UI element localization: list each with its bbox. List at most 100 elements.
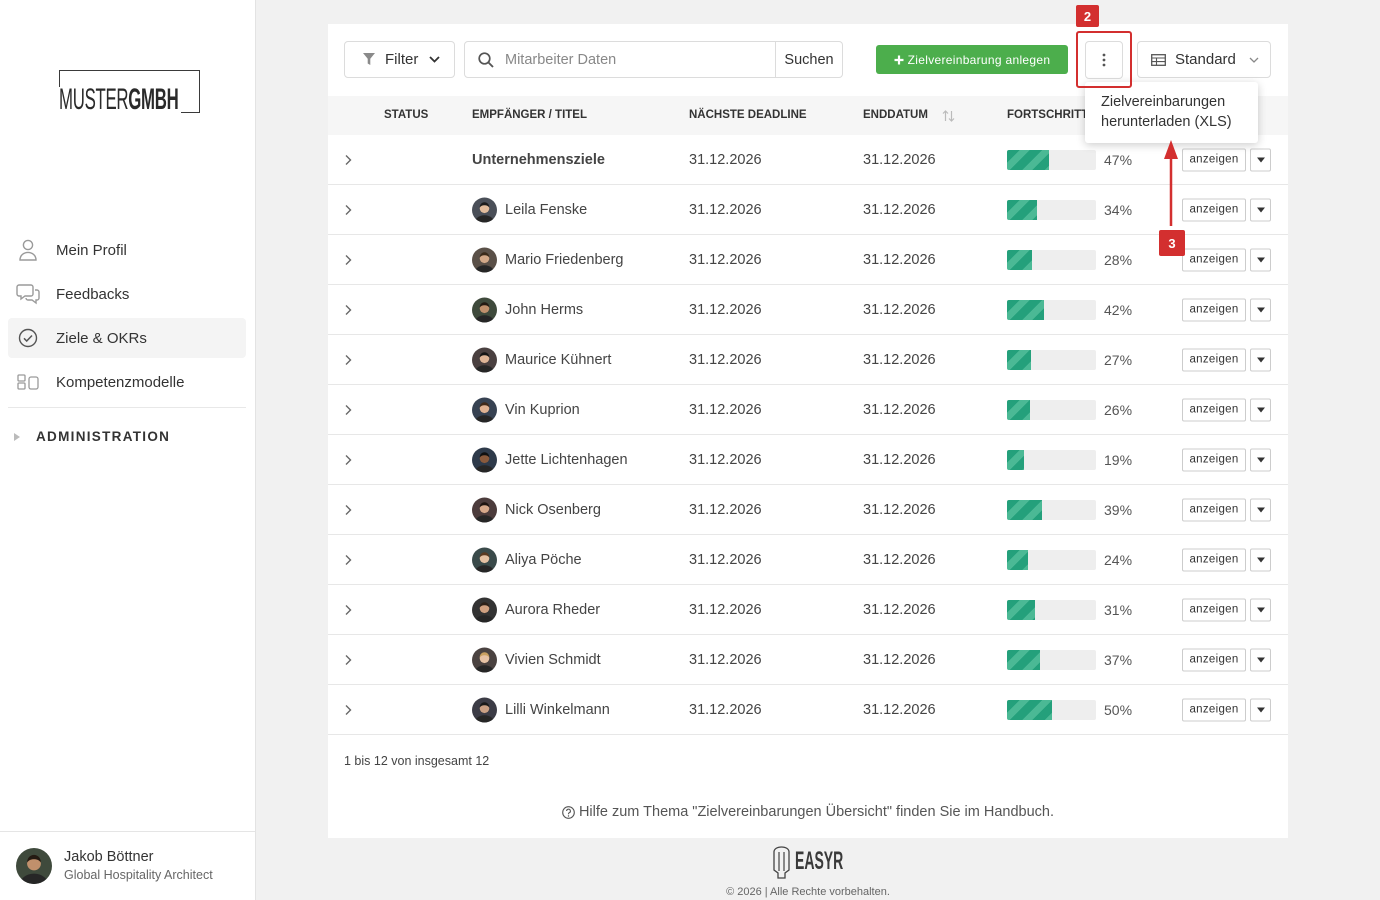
avatar bbox=[472, 597, 497, 622]
row-actions-dropdown-button[interactable] bbox=[1250, 348, 1271, 371]
company-logo[interactable]: MUSTERGMBH bbox=[59, 70, 200, 115]
expand-chevron-icon[interactable] bbox=[345, 404, 352, 415]
caret-down-icon bbox=[1256, 257, 1265, 262]
progress-bar-fill bbox=[1007, 249, 1032, 270]
expand-chevron-icon[interactable] bbox=[345, 304, 352, 315]
chat-icon bbox=[16, 282, 40, 306]
progress-percent: 28% bbox=[1104, 251, 1133, 268]
show-button[interactable]: anzeigen bbox=[1182, 498, 1246, 521]
avatar bbox=[16, 848, 52, 884]
expand-chevron-icon[interactable] bbox=[345, 504, 352, 515]
expand-chevron-icon[interactable] bbox=[345, 454, 352, 465]
expand-chevron-icon[interactable] bbox=[345, 254, 352, 265]
row-actions-dropdown-button[interactable] bbox=[1250, 398, 1271, 421]
recipient-title: John Herms bbox=[505, 301, 584, 318]
avatar bbox=[472, 347, 497, 372]
row-actions-dropdown-button[interactable] bbox=[1250, 248, 1271, 271]
column-header-recipient[interactable]: EMPFÄNGER / TITEL bbox=[472, 109, 587, 122]
search-button[interactable]: Suchen bbox=[776, 41, 843, 78]
expand-chevron-icon[interactable] bbox=[345, 204, 352, 215]
row-actions-dropdown-button[interactable] bbox=[1250, 298, 1271, 321]
caret-right-icon bbox=[14, 433, 20, 441]
show-button[interactable]: anzeigen bbox=[1182, 398, 1246, 421]
table-row: Leila Fenske 31.12.2026 31.12.2026 34% anzei… bbox=[328, 185, 1288, 235]
search-input[interactable] bbox=[505, 51, 775, 68]
end-date: 31.12.2026 bbox=[863, 651, 936, 668]
menu-item-download-xls[interactable]: Zielvereinbarungen herunterladen (XLS) bbox=[1101, 92, 1248, 132]
show-button[interactable]: anzeigen bbox=[1182, 448, 1246, 471]
user-name: Jakob Böttner bbox=[64, 849, 154, 865]
progress-bar-fill bbox=[1007, 599, 1035, 620]
sort-icon[interactable] bbox=[942, 110, 955, 122]
view-select[interactable]: Standard bbox=[1137, 41, 1271, 78]
show-button[interactable]: anzeigen bbox=[1182, 298, 1246, 321]
show-button[interactable]: anzeigen bbox=[1182, 248, 1246, 271]
progress-bar bbox=[1007, 499, 1096, 520]
next-deadline: 31.12.2026 bbox=[689, 601, 762, 618]
create-button-label: Zielvereinbarung anlegen bbox=[907, 52, 1051, 67]
row-actions-dropdown-button[interactable] bbox=[1250, 498, 1271, 521]
progress-bar-fill bbox=[1007, 449, 1024, 470]
table-row: Maurice Kühnert 31.12.2026 31.12.2026 27% an… bbox=[328, 335, 1288, 385]
avatar bbox=[472, 397, 497, 422]
row-actions-dropdown-button[interactable] bbox=[1250, 698, 1271, 721]
expand-chevron-icon[interactable] bbox=[345, 654, 352, 665]
show-button[interactable]: anzeigen bbox=[1182, 648, 1246, 671]
row-actions-dropdown-button[interactable] bbox=[1250, 148, 1271, 171]
help-text[interactable]: Hilfe zum Thema "Zielvereinbarungen Über… bbox=[579, 804, 1054, 820]
view-select-label: Standard bbox=[1175, 51, 1236, 68]
show-button[interactable]: anzeigen bbox=[1182, 548, 1246, 571]
show-button[interactable]: anzeigen bbox=[1182, 598, 1246, 621]
show-button[interactable]: anzeigen bbox=[1182, 698, 1246, 721]
progress-percent: 24% bbox=[1104, 551, 1133, 568]
progress-percent: 31% bbox=[1104, 601, 1133, 618]
filter-button[interactable]: Filter bbox=[344, 41, 455, 78]
pagination-summary: 1 bis 12 von insgesamt 12 bbox=[344, 754, 490, 768]
expand-chevron-icon[interactable] bbox=[345, 154, 352, 165]
column-header-status[interactable]: STATUS bbox=[384, 109, 428, 122]
show-button[interactable]: anzeigen bbox=[1182, 198, 1246, 221]
progress-bar bbox=[1007, 199, 1096, 220]
table-row: Jette Lichtenhagen 31.12.2026 31.12.2026 19… bbox=[328, 435, 1288, 485]
next-deadline: 31.12.2026 bbox=[689, 401, 762, 418]
nav-section-administration[interactable]: ADMINISTRATION bbox=[14, 428, 170, 446]
create-goal-agreement-button[interactable]: Zielvereinbarung anlegen bbox=[876, 45, 1068, 74]
nav-item-mein-profil[interactable]: Mein Profil bbox=[8, 230, 246, 270]
avatar bbox=[472, 647, 497, 672]
row-actions-dropdown-button[interactable] bbox=[1250, 448, 1271, 471]
end-date: 31.12.2026 bbox=[863, 201, 936, 218]
user-role: Global Hospitality Architect bbox=[64, 868, 213, 882]
progress-bar bbox=[1007, 149, 1096, 170]
table-row: Lilli Winkelmann 31.12.2026 31.12.2026 50% a… bbox=[328, 685, 1288, 735]
progress-bar-fill bbox=[1007, 699, 1052, 720]
progress-percent: 34% bbox=[1104, 201, 1133, 218]
caret-down-icon bbox=[1256, 357, 1265, 362]
column-header-deadline[interactable]: NÄCHSTE DEADLINE bbox=[689, 109, 807, 122]
show-button[interactable]: anzeigen bbox=[1182, 348, 1246, 371]
row-actions-dropdown-button[interactable] bbox=[1250, 198, 1271, 221]
nav-item-ziele-okrs[interactable]: Ziele & OKRs bbox=[8, 318, 246, 358]
table-row: Vivien Schmidt 31.12.2026 31.12.2026 37% anz… bbox=[328, 635, 1288, 685]
nav-item-kompetenzmodelle[interactable]: Kompetenzmodelle bbox=[8, 362, 246, 402]
end-date: 31.12.2026 bbox=[863, 451, 936, 468]
show-button[interactable]: anzeigen bbox=[1182, 148, 1246, 171]
caret-down-icon bbox=[1256, 157, 1265, 162]
expand-chevron-icon[interactable] bbox=[345, 704, 352, 715]
nav-item-feedbacks[interactable]: Feedbacks bbox=[8, 274, 246, 314]
end-date: 31.12.2026 bbox=[863, 401, 936, 418]
table-row: Aliya Pöche 31.12.2026 31.12.2026 24% anzeig… bbox=[328, 535, 1288, 585]
row-actions-dropdown-button[interactable] bbox=[1250, 598, 1271, 621]
recipient-title: Leila Fenske bbox=[505, 201, 588, 218]
search-field[interactable] bbox=[464, 41, 776, 78]
row-actions-dropdown-button[interactable] bbox=[1250, 648, 1271, 671]
check-circle-icon bbox=[16, 326, 40, 350]
row-actions-dropdown-button[interactable] bbox=[1250, 548, 1271, 571]
funnel-icon bbox=[363, 53, 375, 66]
expand-chevron-icon[interactable] bbox=[345, 554, 352, 565]
column-header-progress[interactable]: FORTSCHRITT bbox=[1007, 109, 1088, 122]
expand-chevron-icon[interactable] bbox=[345, 354, 352, 365]
expand-chevron-icon[interactable] bbox=[345, 604, 352, 615]
end-date: 31.12.2026 bbox=[863, 151, 936, 168]
column-header-end-date[interactable]: ENDDATUM bbox=[863, 109, 928, 122]
current-user[interactable]: Jakob Böttner Global Hospitality Archite… bbox=[0, 832, 255, 900]
